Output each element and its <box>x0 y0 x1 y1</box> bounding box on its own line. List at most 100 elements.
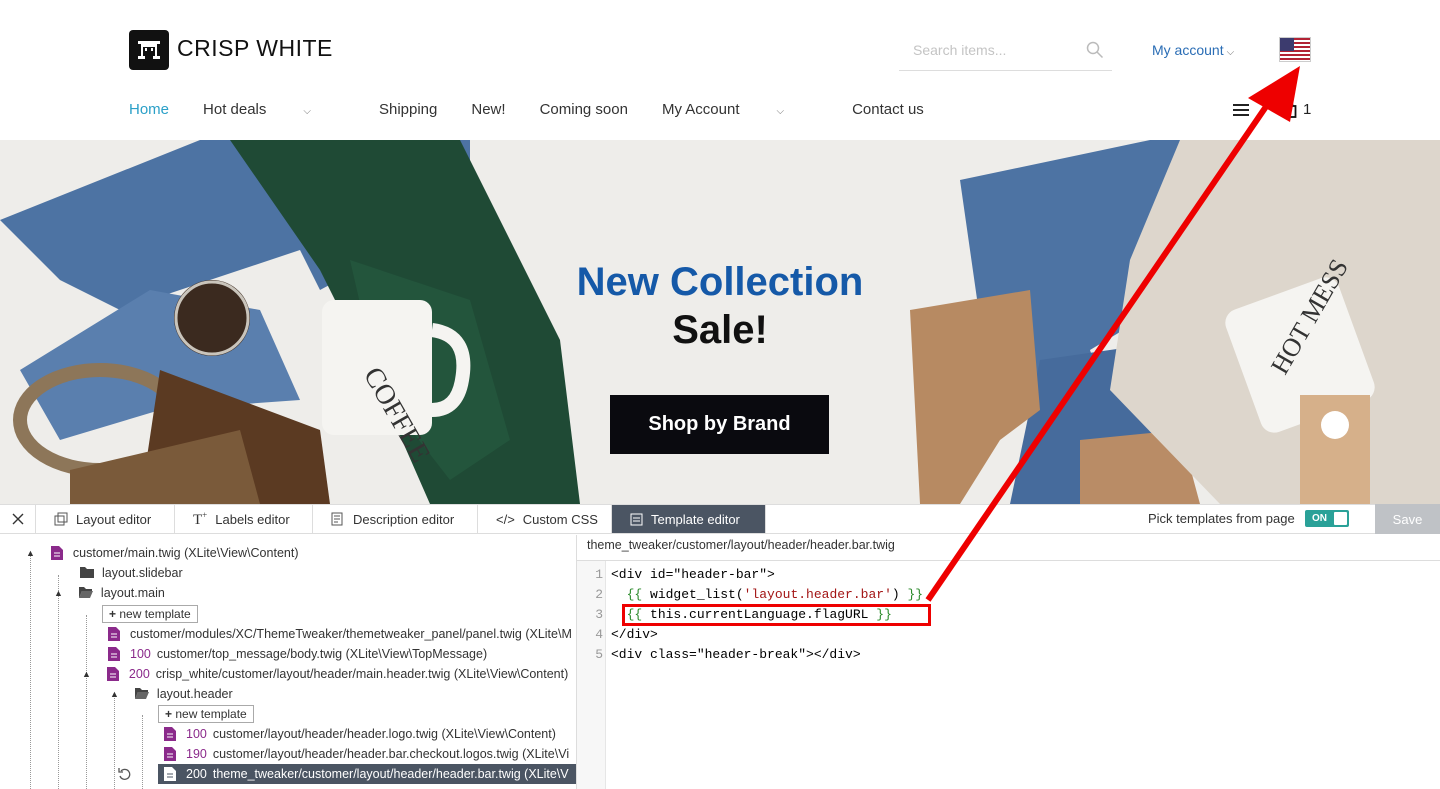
line-gutter: 1 2 3 4 5 <box>577 561 606 789</box>
tree-node-label: theme_tweaker/customer/layout/header/hea… <box>212 767 569 781</box>
store-name[interactable]: CRISP WHITE <box>177 35 333 62</box>
file-icon <box>108 647 120 661</box>
search-box[interactable] <box>899 30 1112 71</box>
code-line: <div id="header-bar"> <box>611 567 775 582</box>
tab-template-editor[interactable]: Template editor <box>612 505 766 533</box>
tab-description-editor[interactable]: Description editor <box>313 505 478 533</box>
layout-icon <box>54 512 68 526</box>
code-line: </div> <box>611 627 658 642</box>
code-editor[interactable]: 1 2 3 4 5 <div id="header-bar"> {{ widge… <box>577 560 1440 789</box>
pick-templates-toggle[interactable]: ON <box>1305 510 1349 527</box>
edit-document-icon <box>331 512 343 526</box>
cart-button[interactable]: 1 <box>1283 101 1311 118</box>
weight: 100 <box>186 727 207 741</box>
tree-node-root[interactable]: ▲ customer/main.twig (XLite\View\Content… <box>26 543 298 563</box>
nav-my-account-label: My Account <box>661 101 740 118</box>
search-input[interactable] <box>913 42 1083 58</box>
line-number: 2 <box>595 587 603 602</box>
file-icon <box>50 546 63 560</box>
pick-templates-label: Pick templates from page <box>1148 511 1295 526</box>
file-icon <box>164 727 176 741</box>
code-line: {{ widget_list('layout.header.bar') }} <box>626 587 924 602</box>
tree-node-top-message[interactable]: 100 customer/top_message/body.twig (XLit… <box>108 644 487 664</box>
new-template-button[interactable]: + new template <box>102 604 198 624</box>
code-icon: </> <box>496 511 515 527</box>
new-template-label: new template <box>119 607 191 621</box>
tree-node-label: customer/top_message/body.twig (XLite\Vi… <box>156 647 488 661</box>
tree-node-label: layout.slidebar <box>102 566 183 580</box>
file-icon <box>164 747 176 761</box>
my-account-menu[interactable]: My account ⌵ <box>1152 42 1234 58</box>
line-number: 3 <box>595 607 603 622</box>
tree-node-label: crisp_white/customer/layout/header/main.… <box>155 667 569 681</box>
tree-node-panel[interactable]: customer/modules/XC/ThemeTweaker/themetw… <box>108 624 572 644</box>
tab-labels-editor-label: Labels editor <box>215 511 290 527</box>
main-navigation: Home Hot deals ⌵ Shipping New! Coming soo… <box>129 101 958 118</box>
tree-node-main-header[interactable]: ▲ 200 crisp_white/customer/layout/header… <box>82 664 568 684</box>
tab-labels-editor[interactable]: T+ Labels editor <box>175 505 313 533</box>
tree-node-label: customer/layout/header/header.logo.twig … <box>212 727 556 741</box>
folder-icon <box>80 566 94 580</box>
text-icon: T+ <box>193 509 208 528</box>
new-template-label: new template <box>175 707 247 721</box>
chevron-down-icon: ⌵ <box>1226 47 1235 58</box>
toggle-state: ON <box>1312 513 1327 524</box>
chevron-down-icon: ⌵ <box>776 106 785 117</box>
line-number: 1 <box>595 567 603 582</box>
tab-template-editor-label: Template editor <box>651 511 740 527</box>
tree-node-main[interactable]: ▲ layout.main <box>54 583 165 603</box>
nav-new[interactable]: New! <box>471 101 505 118</box>
search-icon[interactable] <box>1086 41 1104 59</box>
line-number: 5 <box>595 647 603 662</box>
hero-title: New Collection <box>576 260 864 304</box>
file-icon <box>106 667 119 681</box>
tree-node-label: customer/main.twig (XLite\View\Content) <box>72 546 299 560</box>
shop-by-brand-button[interactable]: Shop by Brand <box>610 395 829 454</box>
chevron-down-icon: ⌵ <box>303 106 311 117</box>
nav-hot-deals[interactable]: Hot deals ⌵ <box>203 101 345 118</box>
tree-node-slidebar[interactable]: layout.slidebar <box>80 563 183 583</box>
close-icon <box>12 513 23 525</box>
folder-open-icon <box>78 586 93 600</box>
hero-banner: COFFEE HOT MESS New Collection Sale! Sho… <box>0 140 1440 504</box>
hero-subtitle: Sale! <box>672 308 768 352</box>
tree-node-label: layout.main <box>100 586 165 600</box>
store-logo-icon[interactable] <box>129 30 169 70</box>
nav-hot-deals-label: Hot deals <box>203 101 267 118</box>
tab-custom-css[interactable]: </> Custom CSS <box>478 505 612 533</box>
close-panel-button[interactable] <box>0 505 36 533</box>
tab-layout-editor-label: Layout editor <box>76 511 152 527</box>
nav-contact-us[interactable]: Contact us <box>852 101 924 118</box>
file-icon <box>108 627 120 641</box>
tree-node-layout-header[interactable]: ▲ layout.header <box>110 684 233 704</box>
nav-shipping[interactable]: Shipping <box>379 101 437 118</box>
menu-icon[interactable] <box>1233 103 1249 117</box>
tab-custom-css-label: Custom CSS <box>522 511 598 527</box>
code-line: <div class="header-break"></div> <box>611 647 861 662</box>
save-button[interactable]: Save <box>1375 504 1440 534</box>
tab-layout-editor[interactable]: Layout editor <box>36 505 175 533</box>
template-icon <box>630 513 643 525</box>
new-template-button-2[interactable]: + new template <box>158 704 254 724</box>
nav-my-account[interactable]: My Account ⌵ <box>662 101 818 118</box>
file-icon <box>164 767 176 781</box>
folder-open-icon <box>134 687 149 701</box>
weight: 190 <box>186 747 207 761</box>
tree-node-logo[interactable]: 100 customer/layout/header/header.logo.t… <box>164 724 556 744</box>
code-line: {{ this.currentLanguage.flagURL }} <box>626 607 892 622</box>
weight: 200 <box>128 667 150 681</box>
tree-node-header-bar[interactable]: 200 theme_tweaker/customer/layout/header… <box>158 764 576 784</box>
revert-icon[interactable] <box>118 764 132 784</box>
template-tree: ▲ customer/main.twig (XLite\View\Content… <box>0 535 577 789</box>
tab-description-editor-label: Description editor <box>353 511 455 527</box>
tree-node-label: customer/modules/XC/ThemeTweaker/themetw… <box>130 627 572 641</box>
tree-node-label: customer/layout/header/header.bar.checko… <box>212 747 570 761</box>
line-number: 4 <box>595 627 603 642</box>
nav-home[interactable]: Home <box>129 101 169 118</box>
cart-count: 1 <box>1303 101 1312 118</box>
us-flag-icon[interactable] <box>1279 37 1311 62</box>
tree-node-checkout-logos[interactable]: 190 customer/layout/header/header.bar.ch… <box>164 744 569 764</box>
nav-coming-soon[interactable]: Coming soon <box>540 101 628 118</box>
weight: 200 <box>186 767 207 781</box>
template-path: theme_tweaker/customer/layout/header/hea… <box>587 538 895 552</box>
